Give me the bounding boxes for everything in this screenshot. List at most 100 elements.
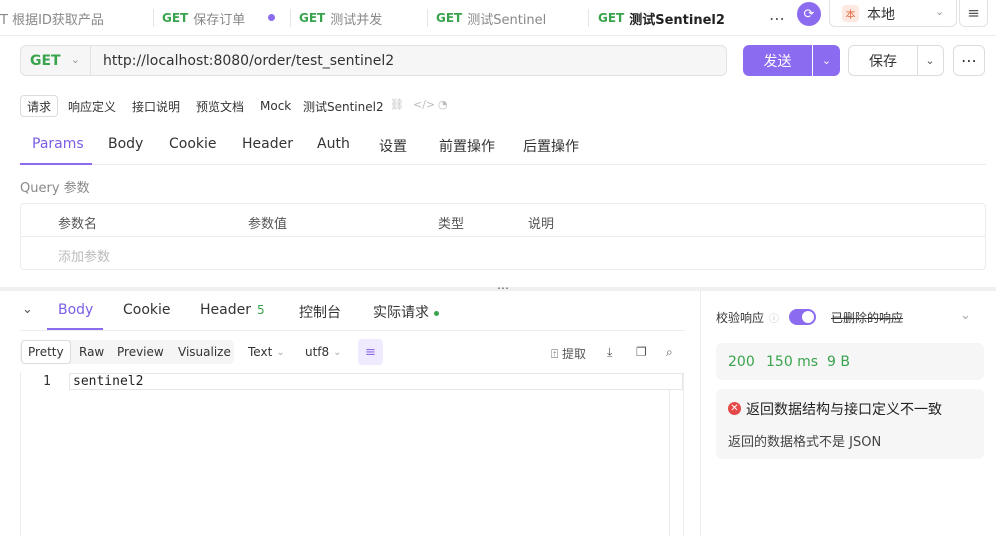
response-tab-console[interactable]: 控制台 [299, 302, 341, 322]
collapse-chevron-icon[interactable]: ⌄ [22, 302, 33, 317]
tab-cookie[interactable]: Cookie [169, 136, 217, 152]
tab-save-order[interactable]: GET 保存订单 [162, 0, 282, 36]
tab-label: 测试并发 [330, 12, 383, 28]
chevron-down-icon: ⌄ [276, 346, 285, 358]
environment-badge: 本 [842, 5, 859, 22]
more-tabs-icon[interactable]: ⋯ [764, 6, 790, 30]
error-description: 返回的数据格式不是 JSON [728, 435, 882, 450]
tab-body[interactable]: Body [108, 136, 143, 152]
tab-test-concurrency[interactable]: GET 测试并发 [299, 0, 419, 36]
subtab-mock[interactable]: Mock [254, 95, 297, 117]
encoding-select[interactable]: utf8 ⌄ [299, 340, 348, 364]
divider [20, 164, 986, 165]
column-header-value: 参数值 [248, 217, 288, 232]
send-button[interactable]: 发送 [743, 45, 812, 76]
send-options-chevron-icon[interactable]: ⌄ [813, 45, 840, 76]
sync-icon[interactable]: ⟳ [797, 2, 821, 26]
tab-label: T 根据ID获取产品 [0, 12, 104, 28]
tab-test-sentinel2[interactable]: GET 测试Sentinel2 [598, 0, 753, 36]
tab-auth[interactable]: Auth [317, 136, 350, 152]
more-actions-icon[interactable]: ⋯ [953, 45, 985, 76]
subtab-response-definition[interactable]: 响应定义 [62, 95, 122, 117]
response-size: 9 B [827, 354, 850, 370]
save-options-chevron-icon[interactable]: ⌄ [917, 45, 944, 76]
request-name[interactable]: 测试Sentinel2 [297, 95, 390, 117]
history-icon[interactable]: ◔ [438, 98, 448, 111]
menu-icon[interactable]: ≡ [959, 0, 988, 27]
chevron-down-icon[interactable]: ⌄ [960, 308, 971, 323]
active-tab-underline [20, 163, 92, 165]
method-select[interactable]: GET ⌄ [21, 46, 91, 75]
extract-button[interactable]: ⍐ 提取 [551, 345, 586, 362]
subtab-api-docs[interactable]: 接口说明 [126, 95, 186, 117]
status-code: 200 [728, 354, 755, 370]
save-button[interactable]: 保存 [848, 45, 918, 76]
tab-divider [588, 9, 589, 27]
toggle-knob [802, 311, 814, 323]
extract-label: 提取 [562, 347, 587, 361]
response-tab-body[interactable]: Body [58, 302, 93, 318]
deleted-response-select[interactable]: 已删除的响应 [831, 309, 903, 326]
tab-label: 实际请求 [373, 305, 429, 321]
response-time: 150 ms [766, 354, 819, 370]
tab-label: 测试Sentinel2 [629, 12, 725, 28]
word-wrap-icon[interactable]: ≡ [358, 339, 383, 365]
editor-scrollbar[interactable] [669, 390, 670, 536]
table-header-row: 参数名 参数值 类型 说明 [21, 204, 985, 237]
link-icon[interactable]: ⛓ [390, 98, 404, 111]
line-number: 1 [43, 374, 51, 389]
code-icon[interactable]: </> [413, 98, 435, 111]
tab-method: GET [299, 11, 326, 25]
view-pretty[interactable]: Pretty [21, 340, 71, 364]
tab-divider [427, 9, 428, 27]
format-select[interactable]: Text ⌄ [242, 340, 291, 364]
response-body-editor[interactable]: 1 sentinel2 [20, 372, 684, 536]
response-tab-header[interactable]: Header 5 [200, 302, 265, 318]
response-stats: 200 150 ms 9 B [716, 343, 984, 380]
active-tab-underline [47, 328, 103, 330]
validate-response-label: 校验响应 [716, 311, 765, 325]
current-line-highlight [69, 373, 683, 390]
column-header-type: 类型 [438, 217, 465, 232]
request-tab-bar: T 根据ID获取产品 GET 保存订单 GET 测试并发 GET 测试Senti… [0, 0, 996, 36]
search-icon[interactable]: ⌕ [666, 345, 673, 360]
tab-settings[interactable]: 设置 [379, 136, 407, 156]
tab-method: GET [598, 11, 625, 25]
header-count-badge: 5 [256, 303, 265, 317]
url-input[interactable]: http://localhost:8080/order/test_sentine… [103, 53, 394, 69]
query-params-title: Query 参数 [20, 181, 90, 196]
tab-get-product-by-id[interactable]: T 根据ID获取产品 [0, 0, 150, 36]
drag-handle-icon[interactable]: ⋯ [497, 281, 510, 295]
environment-select[interactable]: 本 本地 ⌄ [829, 0, 957, 27]
view-raw[interactable]: Raw [73, 340, 110, 364]
download-icon[interactable]: ⤓ [607, 345, 612, 360]
subtab-request[interactable]: 请求 [20, 95, 59, 117]
subtab-preview-docs[interactable]: 预览文档 [190, 95, 250, 117]
column-header-description: 说明 [528, 217, 555, 232]
divider [20, 330, 685, 331]
chevron-down-icon: ⌄ [333, 346, 342, 358]
add-param-input[interactable]: 添加参数 [58, 246, 110, 265]
tab-params[interactable]: Params [32, 136, 84, 152]
chevron-down-icon: ⌄ [70, 53, 80, 66]
format-label: Text [248, 345, 273, 359]
status-dot [434, 310, 439, 316]
view-preview[interactable]: Preview [111, 340, 170, 364]
response-tab-cookie[interactable]: Cookie [123, 302, 171, 318]
unsaved-indicator-dot [268, 14, 275, 21]
response-body-text[interactable]: sentinel2 [73, 374, 143, 389]
error-icon: ✕ [728, 402, 741, 415]
help-icon[interactable]: ⓘ [769, 310, 779, 325]
response-tab-actual-request[interactable]: 实际请求 [373, 302, 439, 322]
column-header-name: 参数名 [58, 217, 98, 232]
copy-icon[interactable]: ❐ [636, 345, 647, 359]
view-visualize[interactable]: Visualize [172, 340, 237, 364]
tab-header[interactable]: Header [242, 136, 293, 152]
tab-post-operations[interactable]: 后置操作 [523, 136, 579, 156]
validate-response-toggle[interactable] [789, 309, 816, 325]
tab-test-sentinel[interactable]: GET 测试Sentinel [436, 0, 581, 36]
chevron-down-icon: ⌄ [935, 5, 945, 18]
tab-label: 测试Sentinel [467, 12, 547, 28]
tab-pre-operations[interactable]: 前置操作 [439, 136, 495, 156]
error-title: 返回数据结构与接口定义不一致 [746, 402, 942, 418]
